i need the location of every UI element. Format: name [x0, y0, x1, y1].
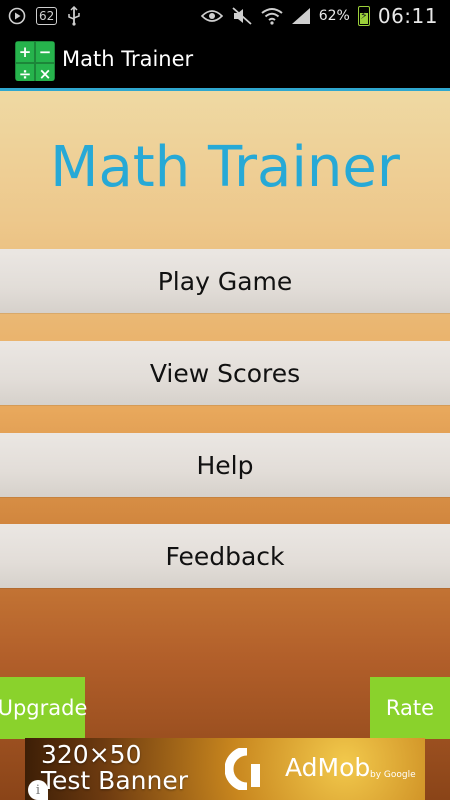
- battery-charging-icon: ⚡: [357, 6, 370, 26]
- app-icon[interactable]: + − ÷ ×: [15, 41, 55, 85]
- plus-icon: +: [15, 41, 35, 63]
- ad-size-label: 320×50: [41, 740, 142, 769]
- notification-count: 62: [39, 9, 55, 23]
- notification-badge-icon: 62: [36, 7, 58, 25]
- battery-percent: 62%: [318, 8, 350, 24]
- signal-icon: [291, 7, 311, 25]
- ad-banner[interactable]: 320×50 Test Banner AdMob by Google: [25, 738, 425, 800]
- ad-banner-text: 320×50 Test Banner: [41, 742, 188, 794]
- admob-brand-sub: by Google: [370, 770, 416, 780]
- page-title: Math Trainer: [50, 135, 400, 200]
- minus-icon: −: [35, 41, 55, 63]
- main-screen: Math Trainer Play Game View Scores Help …: [0, 91, 450, 800]
- action-bar: + − ÷ × Math Trainer: [0, 33, 450, 91]
- multiply-icon: ×: [35, 63, 55, 85]
- wifi-icon: [261, 7, 283, 25]
- clock: 06:11: [377, 4, 438, 28]
- feedback-button[interactable]: Feedback: [0, 524, 450, 588]
- divide-icon: ÷: [15, 63, 35, 85]
- play-game-button[interactable]: Play Game: [0, 249, 450, 313]
- ad-test-label: Test Banner: [41, 766, 188, 795]
- mute-icon: [231, 7, 253, 25]
- admob-logo-icon: [225, 748, 260, 790]
- help-button[interactable]: Help: [0, 433, 450, 497]
- rate-button[interactable]: Rate: [370, 677, 450, 739]
- media-play-icon: [8, 7, 26, 25]
- action-bar-title: Math Trainer: [62, 47, 194, 71]
- usb-icon: [67, 6, 81, 26]
- ad-info-icon[interactable]: i: [28, 780, 48, 800]
- eye-icon: [200, 9, 223, 23]
- upgrade-button[interactable]: Upgrade: [0, 677, 87, 739]
- status-bar: 62 62% ⚡ 06:11: [0, 0, 450, 33]
- admob-brand: AdMob: [285, 753, 371, 782]
- view-scores-button[interactable]: View Scores: [0, 341, 450, 405]
